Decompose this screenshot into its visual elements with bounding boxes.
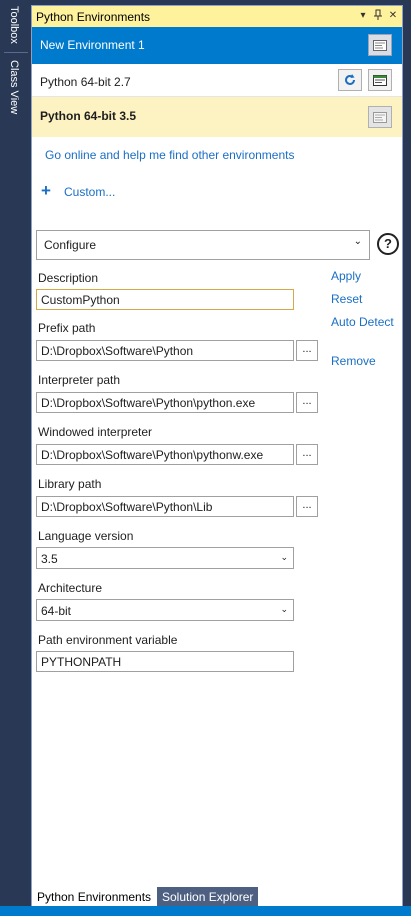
language-version-select[interactable]: 3.5 ⌄: [36, 547, 294, 569]
interpreter-path-browse-button[interactable]: ...: [296, 392, 318, 413]
side-tab-divider: [4, 52, 28, 53]
language-version-label: Language version: [38, 529, 134, 543]
help-icon[interactable]: ?: [377, 233, 399, 255]
interpreter-path-value: D:\Dropbox\Software\Python\python.exe: [41, 396, 256, 410]
path-env-var-input[interactable]: PYTHONPATH: [36, 651, 294, 672]
windowed-interpreter-browse-button[interactable]: ...: [296, 444, 318, 465]
windowed-interpreter-input[interactable]: D:\Dropbox\Software\Python\pythonw.exe: [36, 444, 294, 465]
side-tab-strip: Toolbox Class View: [0, 0, 31, 916]
language-version-value: 3.5: [41, 552, 58, 566]
prefix-path-browse-button[interactable]: ...: [296, 340, 318, 361]
description-label: Description: [38, 271, 99, 285]
tab-solution-explorer[interactable]: Solution Explorer: [157, 887, 259, 907]
library-path-input[interactable]: D:\Dropbox\Software\Python\Lib: [36, 496, 294, 517]
view-selector-dropdown[interactable]: Configure ⌄: [36, 230, 370, 260]
custom-environment-link[interactable]: Custom...: [64, 185, 115, 199]
window-title: Python Environments: [36, 10, 151, 24]
apply-link[interactable]: Apply: [331, 269, 361, 283]
window-title-bar: Python Environments ▾ ✕: [32, 6, 402, 27]
close-icon[interactable]: ✕: [387, 9, 399, 23]
environment-window-icon[interactable]: [368, 34, 392, 56]
chevron-down-icon: ⌄: [280, 552, 288, 562]
remove-link[interactable]: Remove: [331, 354, 376, 368]
architecture-label: Architecture: [38, 581, 103, 595]
window-menu-dropdown-icon[interactable]: ▾: [357, 9, 369, 23]
chevron-down-icon: ⌄: [353, 236, 362, 247]
toolbox-tab[interactable]: Toolbox: [8, 6, 20, 44]
class-view-tab[interactable]: Class View: [8, 60, 20, 114]
library-path-value: D:\Dropbox\Software\Python\Lib: [41, 500, 213, 514]
environment-list: New Environment 1 Python 64-bit 2.7 Pyth…: [32, 27, 402, 137]
environment-window-icon[interactable]: [368, 69, 392, 91]
path-env-var-label: Path environment variable: [38, 633, 178, 647]
environment-item-python-64-bit-2-7[interactable]: Python 64-bit 2.7: [32, 64, 402, 97]
windowed-interpreter-value: D:\Dropbox\Software\Python\pythonw.exe: [41, 448, 264, 462]
prefix-path-value: D:\Dropbox\Software\Python: [41, 344, 194, 358]
description-value: CustomPython: [41, 293, 120, 307]
chevron-down-icon: ⌄: [280, 604, 288, 614]
refresh-icon[interactable]: [338, 69, 362, 91]
bottom-tab-bar: Python Environments Solution Explorer: [32, 887, 402, 907]
plus-icon: +: [41, 181, 51, 200]
prefix-path-input[interactable]: D:\Dropbox\Software\Python: [36, 340, 294, 361]
prefix-path-label: Prefix path: [38, 321, 96, 335]
auto-detect-link[interactable]: Auto Detect: [331, 315, 394, 329]
reset-link[interactable]: Reset: [331, 292, 362, 306]
library-path-browse-button[interactable]: ...: [296, 496, 318, 517]
python-environments-window: Python Environments ▾ ✕ New Environment …: [31, 5, 403, 907]
view-selector-value: Configure: [44, 238, 97, 252]
status-bar: [0, 906, 411, 916]
windowed-interpreter-label: Windowed interpreter: [38, 425, 153, 439]
pin-icon[interactable]: [372, 9, 384, 23]
interpreter-path-label: Interpreter path: [38, 373, 121, 387]
find-other-environments-link[interactable]: Go online and help me find other environ…: [45, 148, 295, 162]
library-path-label: Library path: [38, 477, 102, 491]
architecture-select[interactable]: 64-bit ⌄: [36, 599, 294, 621]
environment-item-python-64-bit-3-5[interactable]: Python 64-bit 3.5: [32, 97, 402, 137]
environment-item-new-environment-1[interactable]: New Environment 1: [32, 27, 402, 64]
tab-python-environments[interactable]: Python Environments: [32, 887, 156, 907]
environment-label: Python 64-bit 3.5: [40, 109, 137, 123]
architecture-value: 64-bit: [41, 604, 72, 618]
environment-window-icon[interactable]: [368, 106, 392, 128]
description-input[interactable]: CustomPython: [36, 289, 294, 310]
path-env-var-value: PYTHONPATH: [41, 655, 122, 669]
interpreter-path-input[interactable]: D:\Dropbox\Software\Python\python.exe: [36, 392, 294, 413]
environment-label: Python 64-bit 2.7: [40, 75, 131, 89]
environment-label: New Environment 1: [40, 38, 145, 52]
